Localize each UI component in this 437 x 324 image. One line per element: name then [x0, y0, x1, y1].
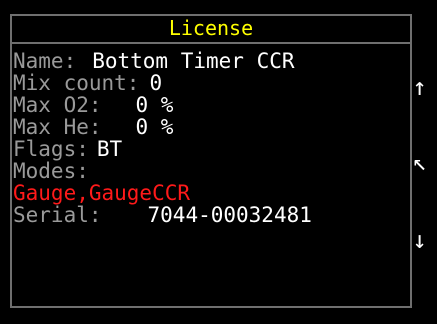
modes-label: Modes:	[13, 159, 89, 183]
mix-count-value: 0	[149, 71, 163, 95]
flags-value: BT	[96, 137, 123, 161]
serial-row: Serial: 7044-00032481	[13, 204, 417, 226]
max-o2-row: Max O2: 0 %	[13, 94, 417, 116]
up-arrow-icon[interactable]: ↑	[413, 75, 427, 99]
modes-label-row: Modes:	[13, 160, 417, 182]
flags-row: Flags: BT	[13, 138, 417, 160]
max-o2-value: 0 %	[135, 93, 174, 117]
serial-value: 7044-00032481	[147, 203, 312, 227]
max-he-value: 0 %	[135, 115, 174, 139]
mix-count-row: Mix count: 0	[13, 72, 417, 94]
diagonal-arrow-icon[interactable]: ↖	[413, 150, 427, 174]
max-he-label: Max He:	[13, 115, 102, 139]
modes-value: Gauge,GaugeCCR	[13, 181, 191, 205]
mix-count-label: Mix count:	[13, 71, 140, 95]
name-label: Name:	[13, 49, 77, 73]
title-bar: License	[10, 14, 412, 44]
license-content: Name: Bottom Timer CCR Mix count: 0 Max …	[13, 50, 417, 226]
down-arrow-icon[interactable]: ↓	[413, 228, 427, 252]
name-value: Bottom Timer CCR	[92, 49, 295, 73]
page-title: License	[168, 16, 254, 40]
license-screen: License Name: Bottom Timer CCR Mix count…	[0, 0, 437, 324]
name-row: Name: Bottom Timer CCR	[13, 50, 417, 72]
modes-value-row: Gauge,GaugeCCR	[13, 182, 417, 204]
max-o2-label: Max O2:	[13, 93, 102, 117]
serial-label: Serial:	[13, 203, 102, 227]
flags-label: Flags:	[13, 137, 89, 161]
max-he-row: Max He: 0 %	[13, 116, 417, 138]
